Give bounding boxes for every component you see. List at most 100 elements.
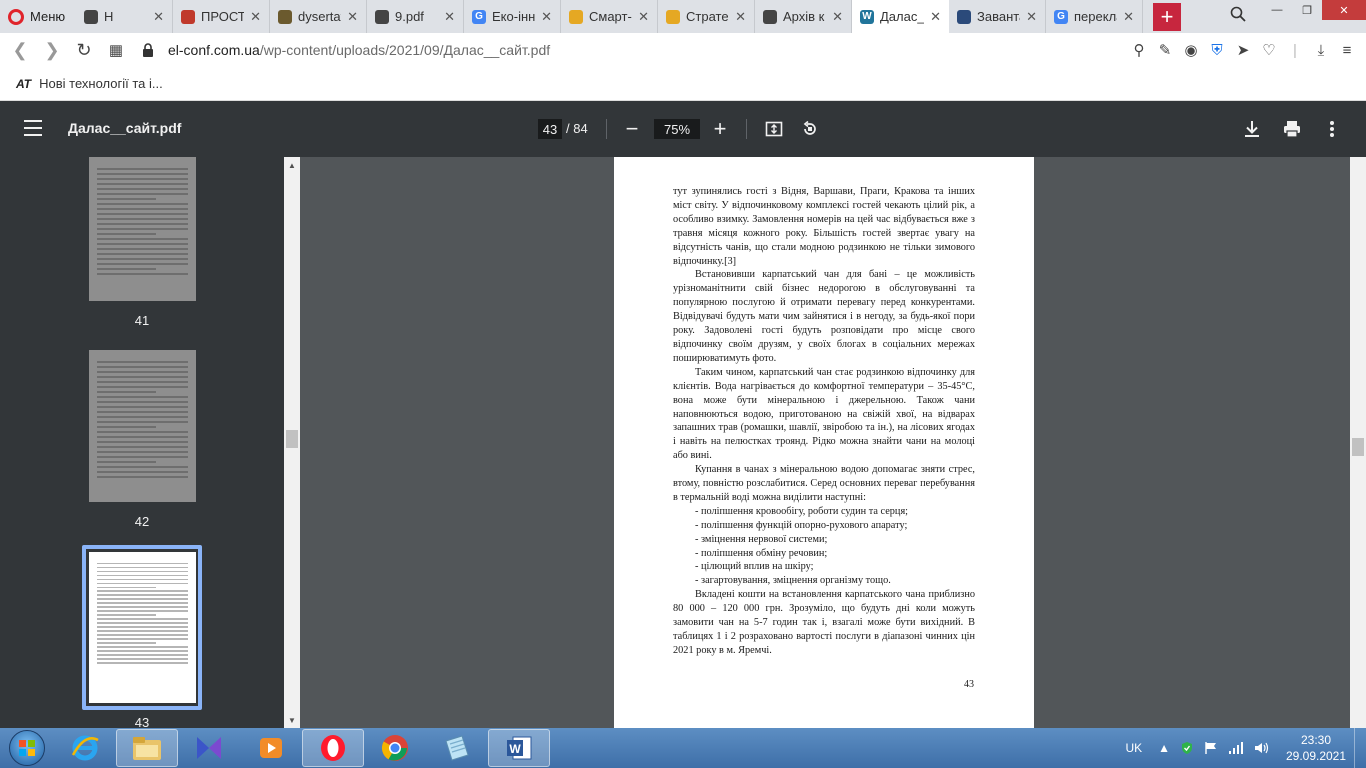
start-button[interactable] [0, 728, 54, 768]
url-field[interactable]: el-conf.com.ua/wp-content/uploads/2021/0… [142, 42, 550, 58]
file-explorer-taskbar-icon[interactable] [116, 729, 178, 767]
page-number-input[interactable]: 43 [538, 119, 562, 139]
more-options-icon[interactable] [1318, 115, 1346, 143]
tab-close-icon[interactable]: ✕ [1026, 9, 1037, 25]
scrollbar-thumb[interactable] [286, 430, 298, 448]
scrollbar-thumb[interactable] [1352, 438, 1364, 456]
zoom-out-button[interactable]: − [618, 115, 646, 143]
word-taskbar-icon[interactable]: W [488, 729, 550, 767]
tab-title: dysertat [298, 9, 342, 24]
chrome-taskbar-icon[interactable] [364, 729, 426, 767]
show-hidden-icons-icon[interactable]: ▲ [1158, 741, 1170, 755]
download-icon[interactable]: ⤓ [1312, 41, 1330, 59]
tab-close-icon[interactable]: ✕ [153, 9, 164, 25]
tab-close-icon[interactable]: ✕ [930, 9, 941, 25]
thumbnail-text-line [97, 441, 188, 443]
zoom-in-button[interactable]: + [706, 115, 734, 143]
thumbnail-text-line [97, 610, 188, 612]
system-clock[interactable]: 23:30 29.09.2021 [1278, 732, 1354, 764]
page-body-text: тут зупинялись гості з Відня, Варшави, П… [673, 185, 975, 658]
close-window-button[interactable]: ✕ [1322, 0, 1366, 20]
scroll-down-icon[interactable]: ▼ [284, 712, 300, 728]
url-path: /wp-content/uploads/2021/09/Далас__сайт.… [259, 42, 551, 58]
video-player-taskbar-icon[interactable] [240, 729, 302, 767]
thumbnail-text-line [97, 208, 188, 210]
thumbnail-text-line [97, 598, 188, 600]
browser-tab[interactable]: G Еко-інн ✕ [464, 0, 561, 33]
new-tab-button[interactable]: + [1153, 2, 1181, 31]
language-indicator[interactable]: UK [1125, 741, 1142, 755]
sidebar-menu-icon[interactable] [24, 120, 42, 136]
edit-icon[interactable]: ✎ [1156, 41, 1174, 59]
zoom-input[interactable]: 75% [654, 119, 700, 139]
lock-icon [143, 43, 153, 57]
thumbnail-text-line [97, 574, 188, 576]
ie-taskbar-icon[interactable] [54, 729, 116, 767]
page-thumbnail-41[interactable] [89, 157, 196, 301]
tab-close-icon[interactable]: ✕ [1123, 9, 1134, 25]
main-scrollbar[interactable] [1350, 157, 1366, 728]
thumbnail-text-line [97, 658, 188, 660]
thumbnail-text-line [97, 618, 188, 620]
minimize-button[interactable]: — [1262, 0, 1292, 20]
speed-dial-icon[interactable]: ▦ [100, 33, 132, 67]
action-center-flag-icon[interactable] [1204, 741, 1218, 755]
reload-icon[interactable]: ↻ [68, 33, 100, 67]
download-pdf-icon[interactable] [1238, 115, 1266, 143]
scroll-up-icon[interactable]: ▲ [284, 157, 300, 173]
tab-close-icon[interactable]: ✕ [444, 9, 455, 25]
thumbnail-text-line [97, 436, 188, 438]
sidebar-scrollbar[interactable]: ▲ ▼ [284, 157, 300, 728]
browser-tab[interactable]: Заванта ✕ [949, 0, 1046, 33]
tab-title: ПРОСТО [201, 9, 244, 24]
page-thumbnail-43[interactable] [89, 552, 196, 703]
rotate-icon[interactable] [796, 115, 824, 143]
shield-icon[interactable]: ⛨ [1208, 41, 1226, 59]
opera-menu-button[interactable]: Меню [0, 0, 76, 33]
tab-close-icon[interactable]: ✕ [832, 9, 843, 25]
fit-page-icon[interactable] [760, 115, 788, 143]
thumbnail-text-line [97, 173, 188, 175]
browser-tab[interactable]: ПРОСТО ✕ [173, 0, 270, 33]
tab-close-icon[interactable]: ✕ [541, 9, 552, 25]
tab-close-icon[interactable]: ✕ [347, 9, 358, 25]
pdf-viewer: тут зупинялись гості з Відня, Варшави, П… [300, 157, 1350, 728]
opera-taskbar-icon[interactable] [302, 729, 364, 767]
browser-tab[interactable]: Архів к ✕ [755, 0, 852, 33]
browser-tab[interactable]: W Далас_ ✕ [852, 0, 949, 33]
send-icon[interactable]: ➤ [1234, 41, 1252, 59]
browser-tab[interactable]: Gперекла ✕ [1046, 0, 1143, 33]
media-app-taskbar-icon[interactable] [178, 729, 240, 767]
thumbnail-text-line [97, 566, 188, 568]
tab-close-icon[interactable]: ✕ [735, 9, 746, 25]
thumbnail-text-line [97, 646, 188, 648]
page-thumbnail-42[interactable] [89, 350, 196, 502]
browser-tab[interactable]: Смарт-с ✕ [561, 0, 658, 33]
tab-favicon-icon [375, 9, 389, 24]
tab-favicon-icon [84, 9, 98, 24]
tab-favicon-icon [763, 9, 777, 24]
security-shield-icon[interactable] [1180, 741, 1194, 755]
forward-icon[interactable]: ❯ [36, 33, 68, 67]
tab-close-icon[interactable]: ✕ [638, 9, 649, 25]
show-desktop-button[interactable] [1354, 728, 1366, 768]
thumbnail-number: 42 [134, 514, 150, 529]
browser-tab[interactable]: Н ✕ [76, 0, 173, 33]
back-icon[interactable]: ❮ [4, 33, 36, 67]
browser-tab[interactable]: 9.pdf ✕ [367, 0, 464, 33]
heart-icon[interactable]: ♡ [1260, 41, 1278, 59]
camera-icon[interactable]: ◉ [1182, 41, 1200, 59]
network-signal-icon[interactable] [1228, 741, 1244, 755]
tab-search-icon[interactable] [1230, 6, 1246, 22]
notepad-taskbar-icon[interactable] [426, 729, 488, 767]
print-icon[interactable] [1278, 115, 1306, 143]
bookmark-item[interactable]: Нові технології та і... [39, 76, 163, 91]
volume-icon[interactable] [1254, 741, 1270, 755]
browser-tab[interactable]: dysertat ✕ [270, 0, 367, 33]
tab-close-icon[interactable]: ✕ [250, 9, 261, 25]
browser-tab[interactable]: Страте ✕ [658, 0, 755, 33]
search-icon[interactable]: ⚲ [1130, 41, 1148, 59]
restore-button[interactable]: ❐ [1292, 0, 1322, 20]
tab-title: Страте [686, 9, 729, 24]
menu-dots-icon[interactable]: ≡ [1338, 41, 1356, 59]
